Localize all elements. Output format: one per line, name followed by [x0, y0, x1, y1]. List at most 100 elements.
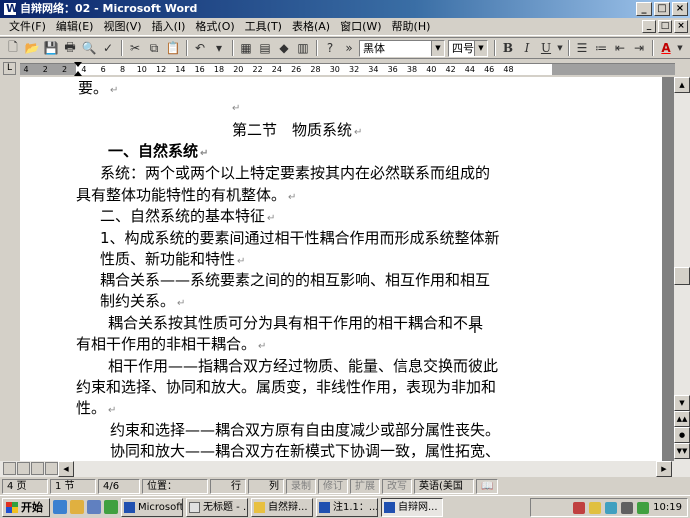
- maximize-button[interactable]: □: [654, 2, 670, 16]
- help-icon[interactable]: ?: [321, 39, 339, 57]
- close-button[interactable]: ×: [672, 2, 688, 16]
- chevron-down-icon[interactable]: ▼: [431, 40, 444, 56]
- menu-insert[interactable]: 插入(I): [147, 19, 191, 35]
- spelling-status-icon[interactable]: 📖: [476, 478, 498, 494]
- tray-volume-icon[interactable]: [605, 501, 618, 514]
- select-browse-object-icon[interactable]: ●: [674, 427, 690, 443]
- quick-launch-icon[interactable]: [104, 500, 118, 514]
- outline-view-icon[interactable]: [45, 462, 58, 475]
- taskbar-item[interactable]: 注1.1：...: [316, 497, 378, 517]
- doc-restore-button[interactable]: □: [658, 20, 672, 33]
- doc-line[interactable]: 具有整体功能特性的有机整体。 ↵: [76, 184, 296, 205]
- insert-table-icon[interactable]: ▤: [256, 39, 274, 57]
- title-bar[interactable]: 自辩网络：02 - Microsoft Word _ □ ×: [0, 0, 690, 18]
- scroll-thumb[interactable]: [674, 267, 690, 285]
- doc-line[interactable]: 耦合关系按其性质可分为具有相干作用的相干耦合和不具: [108, 312, 483, 333]
- font-color-button[interactable]: A: [657, 39, 675, 57]
- clock[interactable]: 10:19: [653, 502, 682, 513]
- toolbar-more-icon[interactable]: »: [340, 39, 358, 57]
- doc-line[interactable]: 1、构成系统的要素间通过相干性耦合作用而形成系统整体新: [100, 227, 500, 248]
- subheading[interactable]: 一、自然系统 ↵: [108, 140, 208, 161]
- status-track-changes[interactable]: 修订: [318, 478, 348, 494]
- taskbar-item[interactable]: Microsoft...: [121, 497, 183, 517]
- chevron-down-icon[interactable]: ▼: [556, 39, 564, 57]
- vertical-scrollbar[interactable]: ▲ ▼ ▲▲ ● ▼▼: [674, 77, 690, 461]
- doc-line[interactable]: 系统：两个或两个以上特定要素按其内在必然联系而组成的: [100, 162, 490, 183]
- drawing-icon[interactable]: ◆: [275, 39, 293, 57]
- increase-indent-icon[interactable]: ⇥: [630, 39, 648, 57]
- next-page-icon[interactable]: ▼▼: [674, 443, 690, 459]
- horizontal-ruler[interactable]: 4 2 2 4 6 8 10 12 14 16 18 20 22 24 26 28 30 32 34 36 38 40 42…: [20, 62, 675, 76]
- document-map-icon[interactable]: ▥: [294, 39, 312, 57]
- copy-icon[interactable]: ⧉: [145, 39, 163, 57]
- scroll-right-icon[interactable]: ▶: [656, 461, 672, 477]
- tray-ime-icon[interactable]: [573, 501, 586, 514]
- doc-line[interactable]: 协同和放大——耦合双方在新模式下协调一致，属性拓宽、: [110, 440, 500, 461]
- tray-antivirus-icon[interactable]: [637, 501, 650, 514]
- doc-line[interactable]: 要。 ↵: [78, 77, 118, 98]
- chevron-down-icon[interactable]: ▼: [474, 40, 487, 56]
- new-document-icon[interactable]: 🗋: [4, 39, 22, 57]
- menu-view[interactable]: 视图(V): [98, 19, 146, 35]
- decrease-indent-icon[interactable]: ⇤: [611, 39, 629, 57]
- numbering-icon[interactable]: ☰: [573, 39, 591, 57]
- font-size-select[interactable]: 四号 ▼: [448, 39, 488, 57]
- menu-tools[interactable]: 工具(T): [240, 19, 287, 35]
- underline-button[interactable]: U: [537, 39, 555, 57]
- cut-icon[interactable]: ✂: [126, 39, 144, 57]
- spelling-icon[interactable]: ✓: [99, 39, 117, 57]
- tables-icon[interactable]: ▦: [237, 39, 255, 57]
- tray-app-icon[interactable]: [621, 501, 634, 514]
- document-page[interactable]: 要。 ↵ ↵ 第二节 物质系统 ↵ 一、自然系统 ↵ 系统：两个或两个以上特定要素按其…: [20, 77, 662, 461]
- taskbar-item-active[interactable]: 自辩网...: [381, 497, 443, 517]
- web-layout-view-icon[interactable]: [17, 462, 30, 475]
- doc-line[interactable]: 性质、新功能和特性 ↵: [100, 248, 245, 269]
- status-extend[interactable]: 扩展: [350, 478, 380, 494]
- doc-line[interactable]: 约束和选择——耦合双方原有自由度减少或部分属性丧失。: [110, 419, 500, 440]
- scroll-up-icon[interactable]: ▲: [674, 77, 690, 93]
- menu-format[interactable]: 格式(O): [190, 19, 239, 35]
- doc-line[interactable]: 二、自然系统的基本特征 ↵: [100, 205, 275, 226]
- scroll-down-icon[interactable]: ▼: [674, 395, 690, 411]
- doc-close-button[interactable]: ×: [674, 20, 688, 33]
- scroll-left-icon[interactable]: ◀: [58, 461, 74, 477]
- open-folder-icon[interactable]: 📂: [23, 39, 41, 57]
- taskbar-item[interactable]: 无标题 - ...: [186, 497, 248, 517]
- chevron-down-icon[interactable]: ▼: [676, 39, 684, 57]
- bold-button[interactable]: B: [499, 39, 517, 57]
- font-name-select[interactable]: 黑体 ▼: [359, 39, 445, 57]
- doc-line[interactable]: 制约关系。 ↵: [100, 290, 185, 311]
- undo-icon[interactable]: ↶: [191, 39, 209, 57]
- doc-line[interactable]: 约束和选择、协同和放大。属质变，非线性作用，表现为非加和: [76, 376, 496, 397]
- section-heading[interactable]: 第二节 物质系统 ↵: [232, 119, 362, 140]
- horizontal-scrollbar[interactable]: ◀ ▶: [0, 461, 690, 477]
- word-app-icon[interactable]: [3, 0, 18, 18]
- doc-minimize-button[interactable]: _: [642, 20, 656, 33]
- taskbar-item[interactable]: 自然辩...: [251, 497, 313, 517]
- normal-view-icon[interactable]: [3, 462, 16, 475]
- previous-page-icon[interactable]: ▲▲: [674, 411, 690, 427]
- start-button[interactable]: 开始: [2, 497, 50, 517]
- italic-button[interactable]: I: [518, 39, 536, 57]
- print-layout-view-icon[interactable]: [31, 462, 44, 475]
- print-icon[interactable]: 🖶: [61, 39, 79, 57]
- minimize-button[interactable]: _: [636, 2, 652, 16]
- tab-selector[interactable]: L: [3, 62, 16, 75]
- doc-line[interactable]: 耦合关系——系统要素之间的的相互影响、相互作用和相互: [100, 269, 490, 290]
- doc-line[interactable]: 相干作用——指耦合双方经过物质、能量、信息交换而彼此: [108, 355, 498, 376]
- status-overtype[interactable]: 改写: [382, 478, 412, 494]
- redo-icon[interactable]: ▾: [210, 39, 228, 57]
- save-icon[interactable]: 💾: [42, 39, 60, 57]
- paste-icon[interactable]: 📋: [164, 39, 182, 57]
- show-desktop-icon[interactable]: [87, 500, 101, 514]
- menu-file[interactable]: 文件(F): [4, 19, 51, 35]
- doc-line[interactable]: 有相干作用的非相干耦合。 ↵: [76, 333, 266, 354]
- doc-line[interactable]: ↵: [230, 97, 240, 115]
- menu-window[interactable]: 窗口(W): [335, 19, 386, 35]
- menu-help[interactable]: 帮助(H): [387, 19, 436, 35]
- internet-explorer-icon[interactable]: [53, 500, 67, 514]
- status-record[interactable]: 录制: [286, 478, 316, 494]
- outlook-express-icon[interactable]: [70, 500, 84, 514]
- bullets-icon[interactable]: ≔: [592, 39, 610, 57]
- menu-edit[interactable]: 编辑(E): [51, 19, 99, 35]
